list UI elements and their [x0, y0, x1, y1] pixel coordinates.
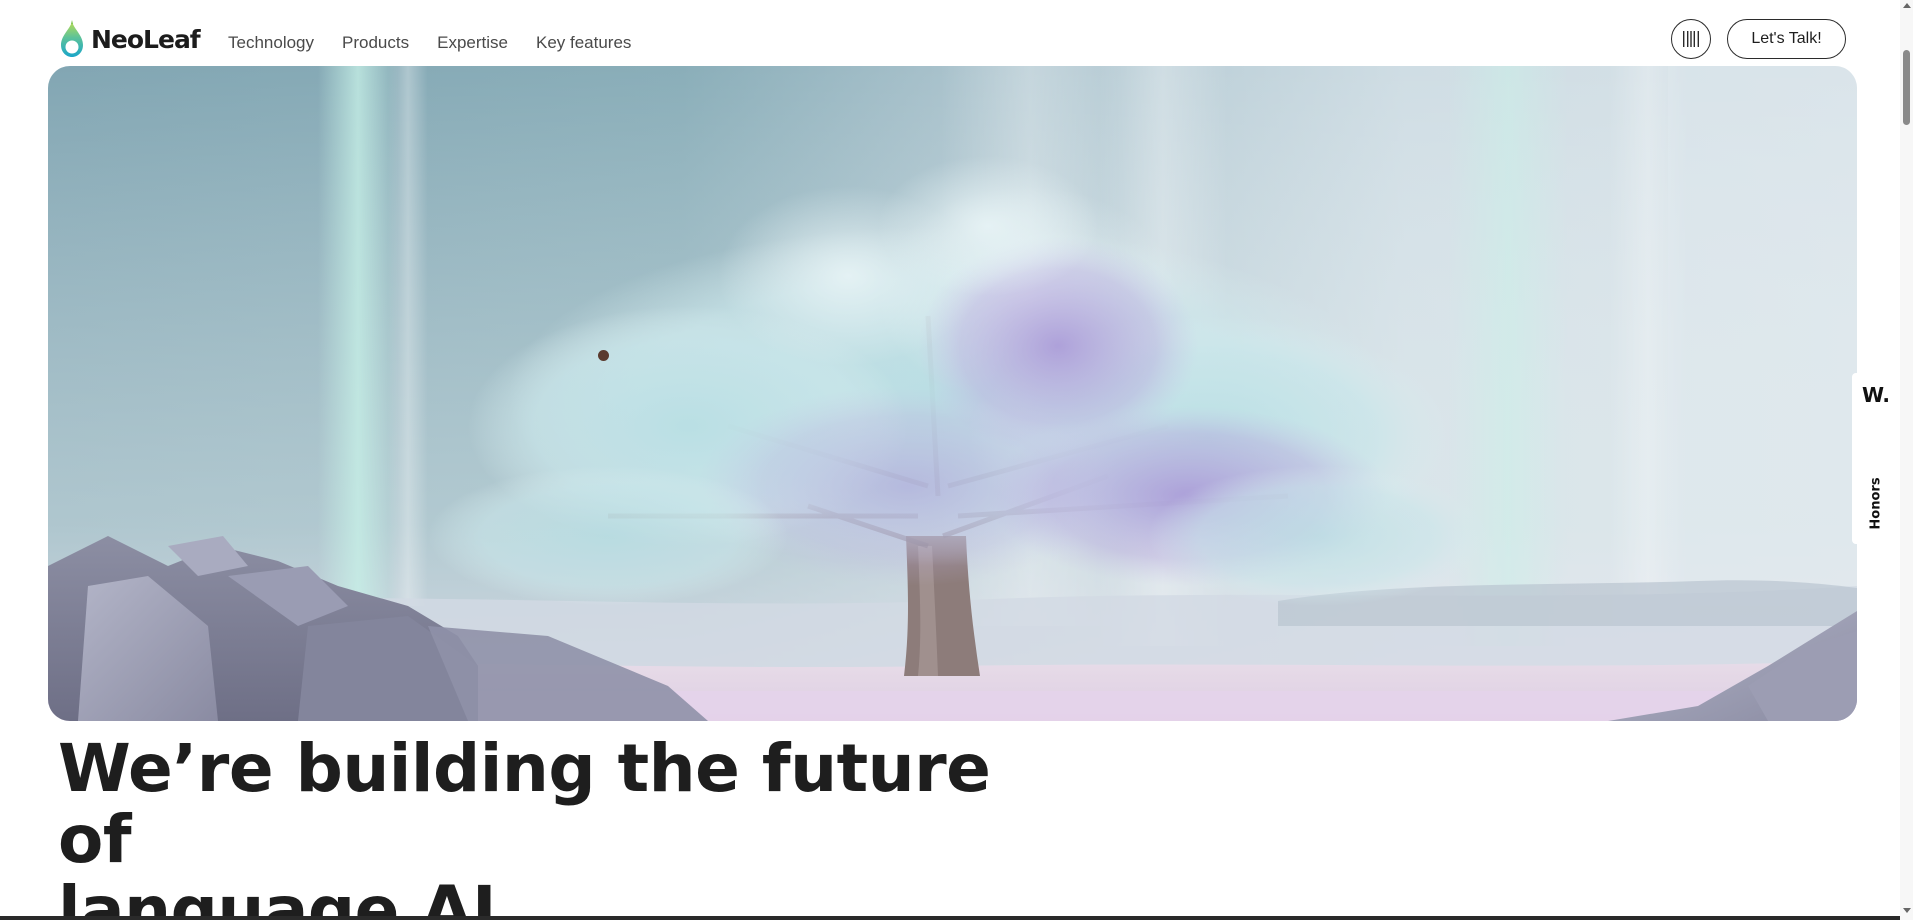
main-nav: Technology Products Expertise Key featur…: [228, 33, 631, 53]
hero-headline: We’re building the future of language AI: [58, 733, 1018, 920]
leaf-drop-icon: [61, 20, 83, 57]
honors-label-wrap: Honors: [1864, 473, 1888, 533]
nav-item-key-features[interactable]: Key features: [536, 33, 631, 53]
brand-name: NeoLeaf: [91, 24, 201, 54]
page-scrollbar[interactable]: [1900, 0, 1913, 920]
headline-line-1: We’re building the future of: [58, 730, 991, 878]
awards-logo: W.: [1861, 383, 1891, 407]
nav-item-expertise[interactable]: Expertise: [437, 33, 508, 53]
scroll-down-arrow-icon[interactable]: [1903, 908, 1911, 913]
headline-line-2: language AI: [58, 872, 497, 920]
nav-item-technology[interactable]: Technology: [228, 33, 314, 53]
site-header: NeoLeaf Technology Products Expertise Ke…: [0, 0, 1900, 66]
page: NeoLeaf Technology Products Expertise Ke…: [0, 0, 1913, 920]
honors-label: Honors: [1868, 476, 1884, 530]
scroll-up-arrow-icon[interactable]: [1903, 3, 1911, 8]
brand-logo[interactable]: NeoLeaf: [59, 20, 201, 58]
scroll-thumb[interactable]: [1903, 50, 1910, 125]
cursor-dot: [598, 350, 609, 361]
hero-scene: [48, 66, 1857, 721]
bottom-edge-bar: [0, 916, 1900, 920]
hero-image: [48, 66, 1857, 721]
barcode-lines-icon: [1683, 31, 1699, 47]
lets-talk-button[interactable]: Let's Talk!: [1727, 19, 1846, 59]
awards-side-tab[interactable]: W. Honors: [1852, 373, 1900, 544]
menu-button[interactable]: [1671, 19, 1711, 59]
nav-item-products[interactable]: Products: [342, 33, 409, 53]
